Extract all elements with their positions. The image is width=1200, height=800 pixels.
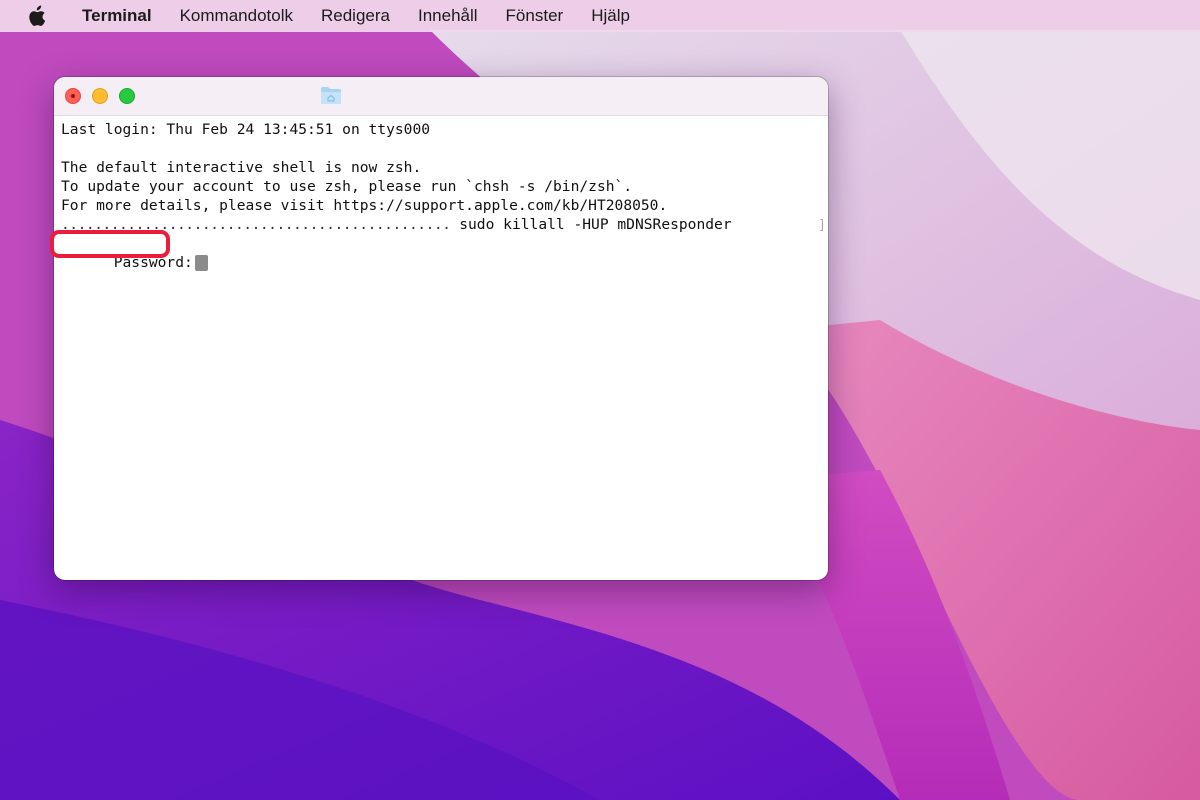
command-text: sudo killall -HUP mDNSResponder <box>450 216 732 233</box>
key-icon <box>194 254 293 288</box>
terminal-content[interactable]: Last login: Thu Feb 24 13:45:51 on ttys0… <box>54 116 828 288</box>
menu-item-kommandotolk[interactable]: Kommandotolk <box>180 6 293 26</box>
window-titlebar[interactable] <box>54 77 828 116</box>
menu-item-fonster[interactable]: Fönster <box>506 6 564 26</box>
apple-logo-glyph <box>29 5 46 26</box>
menu-item-redigera[interactable]: Redigera <box>321 6 390 26</box>
zoom-button[interactable] <box>119 88 135 104</box>
minimize-button[interactable] <box>92 88 108 104</box>
terminal-line-last-login: Last login: Thu Feb 24 13:45:51 on ttys0… <box>61 121 431 138</box>
menu-app-name[interactable]: Terminal <box>82 6 152 26</box>
password-highlight-annotation <box>50 230 170 258</box>
menu-bar: Terminal Kommandotolk Redigera Innehåll … <box>0 0 1200 32</box>
menu-item-hjalp[interactable]: Hjälp <box>591 6 630 26</box>
terminal-line-password: Password: <box>61 234 828 288</box>
terminal-line-more-details: For more details, please visit https://s… <box>61 197 668 214</box>
apple-logo-icon[interactable] <box>26 4 48 28</box>
key-glyph <box>285 275 293 288</box>
scroll-marker: ] <box>818 218 826 233</box>
folder-glyph <box>321 87 341 104</box>
close-icon <box>71 94 75 98</box>
terminal-line-default-shell: The default interactive shell is now zsh… <box>61 159 422 176</box>
home-folder-icon <box>320 85 342 105</box>
terminal-window: Last login: Thu Feb 24 13:45:51 on ttys0… <box>54 77 828 580</box>
menu-item-innehall[interactable]: Innehåll <box>418 6 478 26</box>
close-button[interactable] <box>65 88 81 104</box>
terminal-line-command: ........................................… <box>61 215 828 234</box>
terminal-line-update-account: To update your account to use zsh, pleas… <box>61 178 633 195</box>
